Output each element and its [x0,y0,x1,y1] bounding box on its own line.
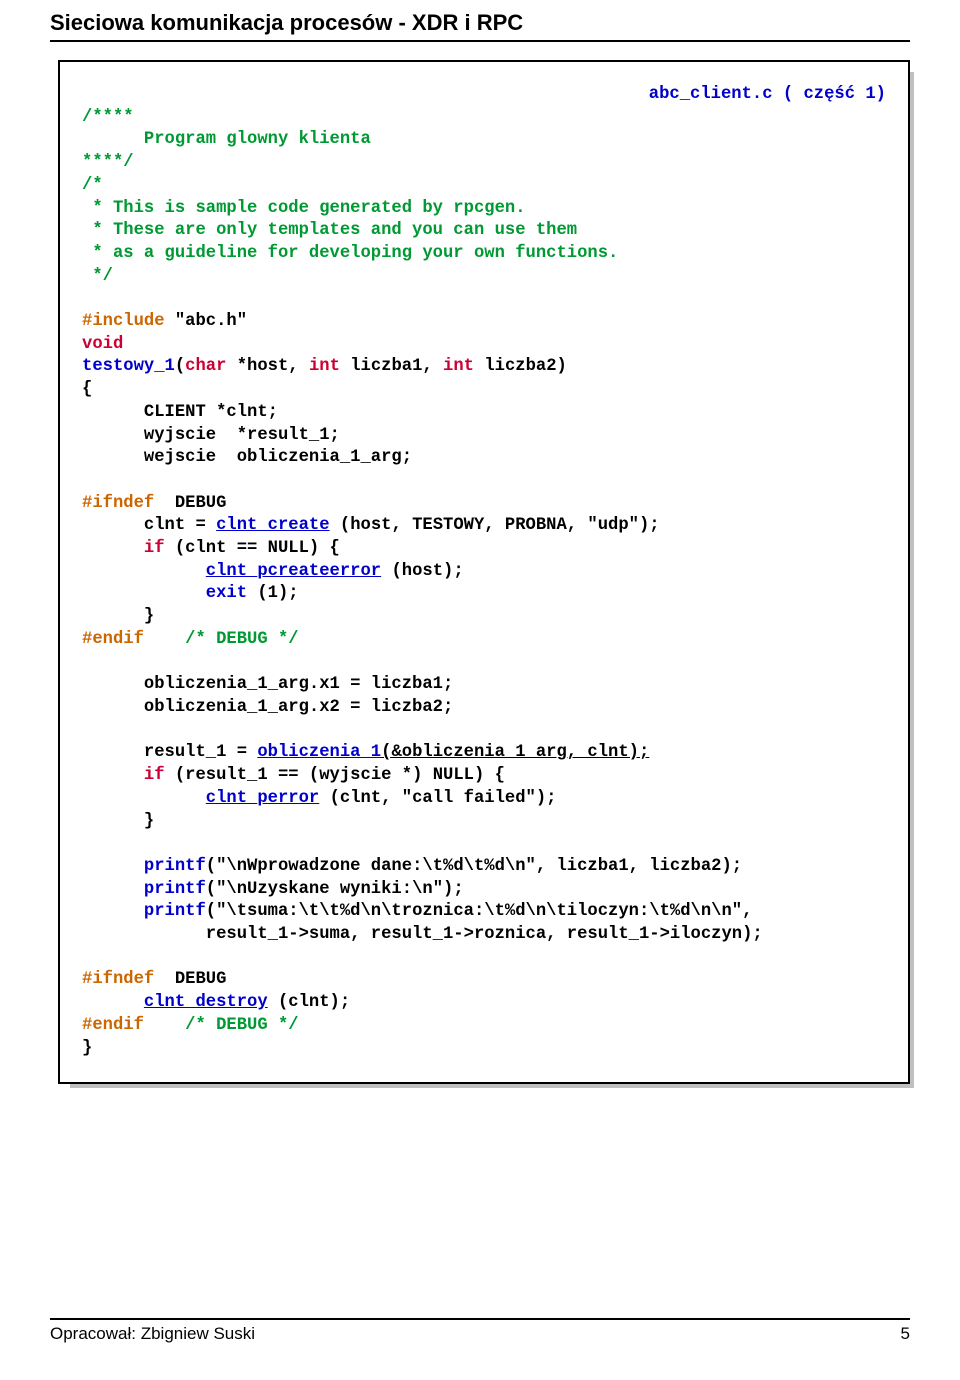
code-line: void [82,335,123,354]
code-line: } [82,812,154,831]
code-line: #ifndef DEBUG [82,970,226,989]
code-line: clnt_destroy (clnt); [82,993,350,1012]
page-title: Sieciowa komunikacja procesów - XDR i RP… [50,10,910,42]
code-line: */ [82,267,113,286]
code-line: wejscie obliczenia_1_arg; [82,448,412,467]
code-line: } [82,607,154,626]
code-line: } [82,1039,92,1058]
code-line: wyjscie *result_1; [82,426,340,445]
code-line: obliczenia_1_arg.x1 = liczba1; [82,675,453,694]
code-line: { [82,380,92,399]
code-line: * as a guideline for developing your own… [82,244,618,263]
code-line: #include "abc.h" [82,312,247,331]
code-line: clnt_pcreateerror (host); [82,562,464,581]
code-line: if (clnt == NULL) { [82,539,340,558]
code-line: testowy_1(char *host, int liczba1, int l… [82,357,567,376]
code-line: obliczenia_1_arg.x2 = liczba2; [82,698,453,717]
code-line: if (result_1 == (wyjscie *) NULL) { [82,766,505,785]
code-box: abc_client.c ( część 1)/**** Program glo… [58,60,910,1084]
code-line: printf("\nUzyskane wyniki:\n"); [82,880,464,899]
footer-page-number: 5 [901,1324,910,1344]
page-footer: Opracował: Zbigniew Suski 5 [50,1318,910,1344]
code-line: ****/ [82,153,134,172]
code-line: /* [82,176,103,195]
code-line: CLIENT *clnt; [82,403,278,422]
code-line: result_1 = obliczenia_1(&obliczenia_1_ar… [82,743,649,762]
code-line: exit (1); [82,584,299,603]
code-line: #endif /* DEBUG */ [82,1016,299,1035]
code-line: clnt = clnt_create (host, TESTOWY, PROBN… [82,516,660,535]
code-line: printf("\tsuma:\t\t%d\n\troznica:\t%d\n\… [82,902,752,921]
code-line: #ifndef DEBUG [82,494,226,513]
code-line: result_1->suma, result_1->roznica, resul… [82,925,763,944]
filename-label: abc_client.c ( część 1) [82,84,886,107]
code-line: * This is sample code generated by rpcge… [82,199,526,218]
footer-author: Opracował: Zbigniew Suski [50,1324,255,1344]
code-line: Program glowny klienta [82,130,371,149]
code-line: #endif /* DEBUG */ [82,630,299,649]
code-line: clnt_perror (clnt, "call failed"); [82,789,556,808]
code-line: /**** [82,108,134,127]
code-listing: abc_client.c ( część 1)/**** Program glo… [58,60,910,1084]
code-line: * These are only templates and you can u… [82,221,577,240]
code-line: printf("\nWprowadzone dane:\t%d\t%d\n", … [82,857,742,876]
